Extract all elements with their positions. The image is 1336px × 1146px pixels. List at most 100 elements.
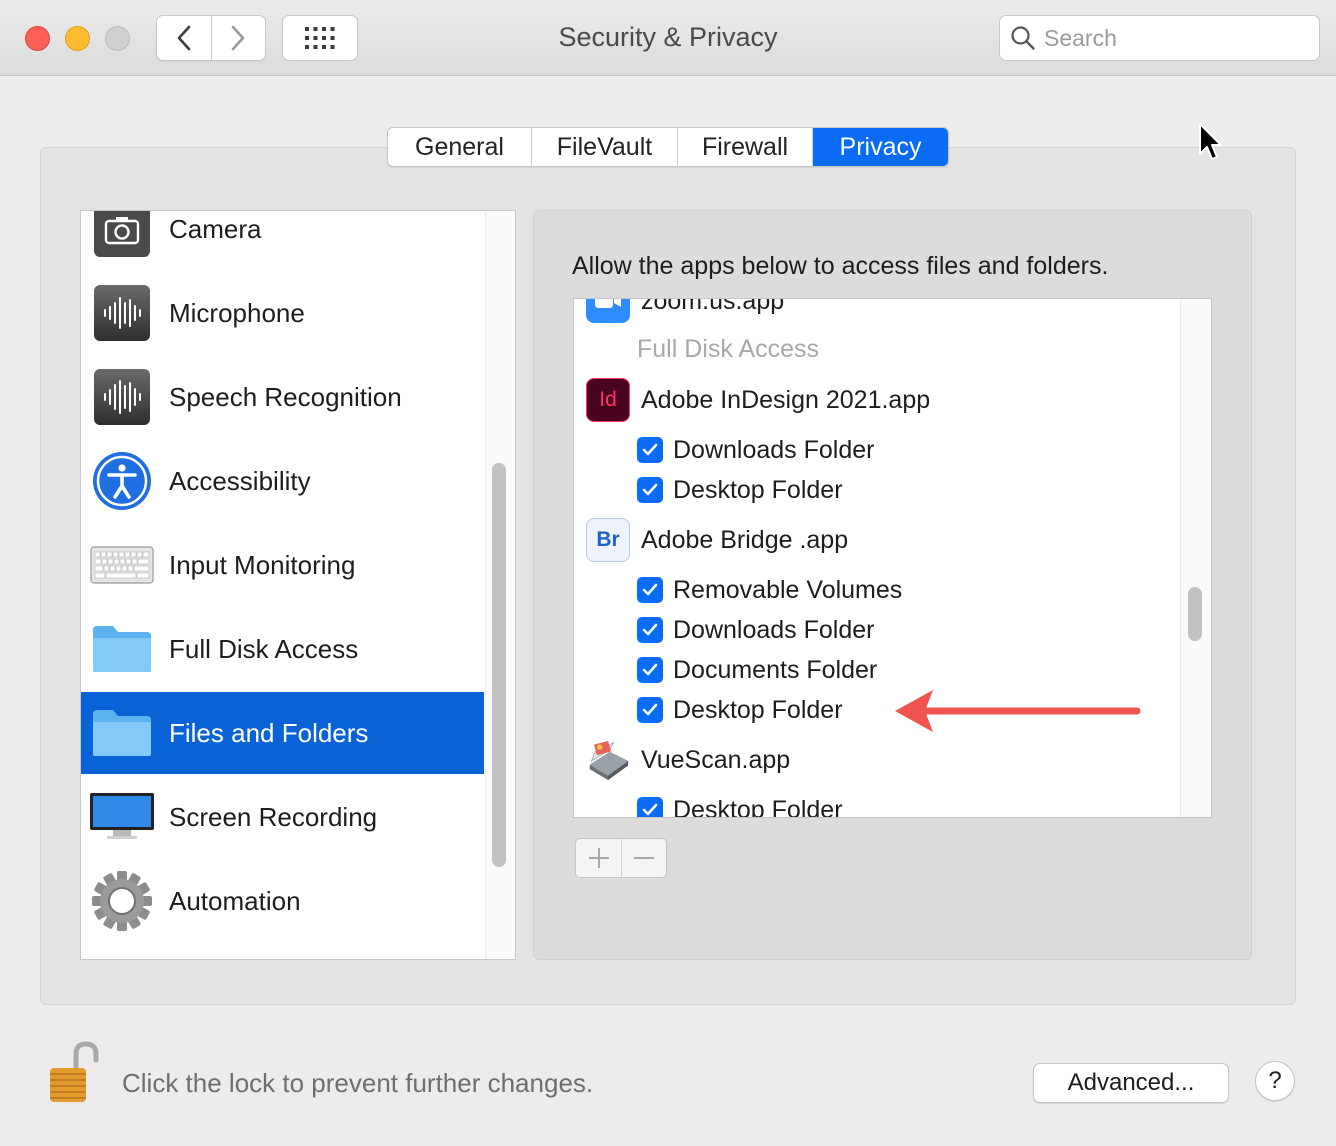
list-item-permission[interactable]: Desktop Folder [574,470,1180,510]
checkbox-checked[interactable] [637,577,663,603]
checkbox-checked[interactable] [637,797,663,817]
folder-icon [89,700,155,766]
list-item-permission[interactable]: Desktop Folder [574,790,1180,818]
annotation-arrow-icon [895,690,1141,732]
sidebar-scrollbar-thumb[interactable] [492,463,506,867]
add-remove-buttons [575,838,667,878]
list-item-permission[interactable]: Downloads Folder [574,610,1180,650]
permission-label: Removable Volumes [673,575,903,604]
permission-label: Desktop Folder [673,795,843,818]
sidebar-item-camera[interactable]: Camera [81,211,484,270]
close-window-button[interactable] [25,26,50,51]
list-item-permission[interactable]: Downloads Folder [574,430,1180,470]
minimize-window-button[interactable] [65,26,90,51]
speech-recognition-icon [89,364,155,430]
permission-label: Downloads Folder [673,615,875,644]
list-item-app-zoom[interactable]: zoom.us.app [574,298,1180,323]
tab-privacy[interactable]: Privacy [812,128,948,166]
tab-general[interactable]: General [388,128,531,166]
app-name: zoom.us.app [641,298,785,315]
permission-label: Desktop Folder [673,695,843,724]
plus-icon [588,848,609,868]
group-header: Full Disk Access [637,335,819,363]
indesign-app-icon: Id [586,378,630,422]
checkbox-checked[interactable] [637,657,663,683]
lock-button[interactable] [46,1040,102,1108]
checkbox-checked[interactable] [637,477,663,503]
list-item-app-bridge[interactable]: Br Adobe Bridge .app [574,518,1180,562]
sidebar-item-speech-recognition[interactable]: Speech Recognition [81,356,484,438]
app-list-scrollbar[interactable] [1180,299,1211,817]
app-access-list[interactable]: zoom.us.app Full Disk Access Id Adobe In… [573,298,1212,818]
sidebar-item-input-monitoring[interactable]: Input Monitoring [81,524,484,606]
advanced-button[interactable]: Advanced... [1033,1063,1229,1103]
list-item-app-indesign[interactable]: Id Adobe InDesign 2021.app [574,378,1180,422]
window-title: Security & Privacy [558,22,778,52]
permission-label: Downloads Folder [673,435,875,464]
checkmark-icon [642,623,658,636]
tab-filevault[interactable]: FileVault [531,128,677,166]
zoom-window-button[interactable] [105,26,130,51]
sidebar-item-label: Automation [169,885,301,916]
checkbox-checked[interactable] [637,437,663,463]
sidebar-item-automation[interactable]: Automation [81,860,484,942]
sidebar-item-accessibility[interactable]: Accessibility [81,440,484,522]
panel-description: Allow the apps below to access files and… [572,252,1109,280]
checkmark-icon [642,443,658,456]
show-all-button[interactable] [282,15,358,61]
accessibility-icon [89,448,155,514]
sidebar-item-label: Screen Recording [169,801,378,832]
remove-button[interactable] [621,839,666,877]
keyboard-icon [89,532,155,598]
unlocked-padlock-icon [50,1041,99,1102]
search-input[interactable] [1044,24,1304,52]
search-icon [1011,26,1035,50]
grid-icon [305,27,335,49]
bridge-icon-text: Br [596,528,620,551]
bridge-app-icon: Br [586,518,630,562]
chevron-right-icon [232,25,245,51]
app-list-scrollbar-thumb[interactable] [1188,587,1202,641]
app-name: Adobe InDesign 2021.app [641,385,931,414]
help-button[interactable]: ? [1255,1061,1295,1101]
tab-bar: General FileVault Firewall Privacy [387,127,949,167]
sidebar-item-full-disk-access[interactable]: Full Disk Access [81,608,484,690]
indesign-icon-text: Id [599,388,617,411]
add-button[interactable] [576,839,621,877]
checkmark-icon [642,803,658,816]
camera-icon [89,211,155,262]
sidebar-item-label: Microphone [169,297,305,328]
sidebar-item-label: Files and Folders [169,717,369,748]
minus-icon [634,857,654,859]
mouse-pointer-icon [1199,123,1222,160]
display-icon [89,784,155,850]
sidebar-item-label: Input Monitoring [169,549,356,580]
tab-firewall[interactable]: Firewall [677,128,812,166]
sidebar-item-microphone[interactable]: Microphone [81,272,484,354]
checkmark-icon [642,703,658,716]
checkmark-icon [642,483,658,496]
navigation-buttons [156,15,266,61]
sidebar-item-screen-recording[interactable]: Screen Recording [81,776,484,858]
checkmark-icon [642,663,658,676]
app-name: VueScan.app [641,745,791,774]
forward-button[interactable] [210,16,265,60]
checkmark-icon [642,583,658,596]
checkbox-checked[interactable] [637,617,663,643]
sidebar-item-files-and-folders[interactable]: Files and Folders [81,692,484,774]
search-field[interactable] [999,15,1320,61]
checkbox-checked[interactable] [637,697,663,723]
folder-icon [89,616,155,682]
sidebar-item-label: Speech Recognition [169,381,402,412]
sidebar-item-label: Accessibility [169,465,311,496]
privacy-category-list[interactable]: Camera Microphone Speech Recognition Acc… [80,210,516,960]
list-item-app-vuescan[interactable]: VueScan.app [574,738,1180,782]
sidebar-item-label: Camera [169,213,262,244]
vuescan-app-icon [586,738,630,782]
list-item-permission[interactable]: Documents Folder [574,650,1180,690]
back-button[interactable] [157,16,211,60]
zoom-app-icon [586,299,630,323]
sidebar-item-label: Full Disk Access [169,633,359,664]
lock-status-text: Click the lock to prevent further change… [122,1068,594,1098]
list-item-permission[interactable]: Removable Volumes [574,570,1180,610]
